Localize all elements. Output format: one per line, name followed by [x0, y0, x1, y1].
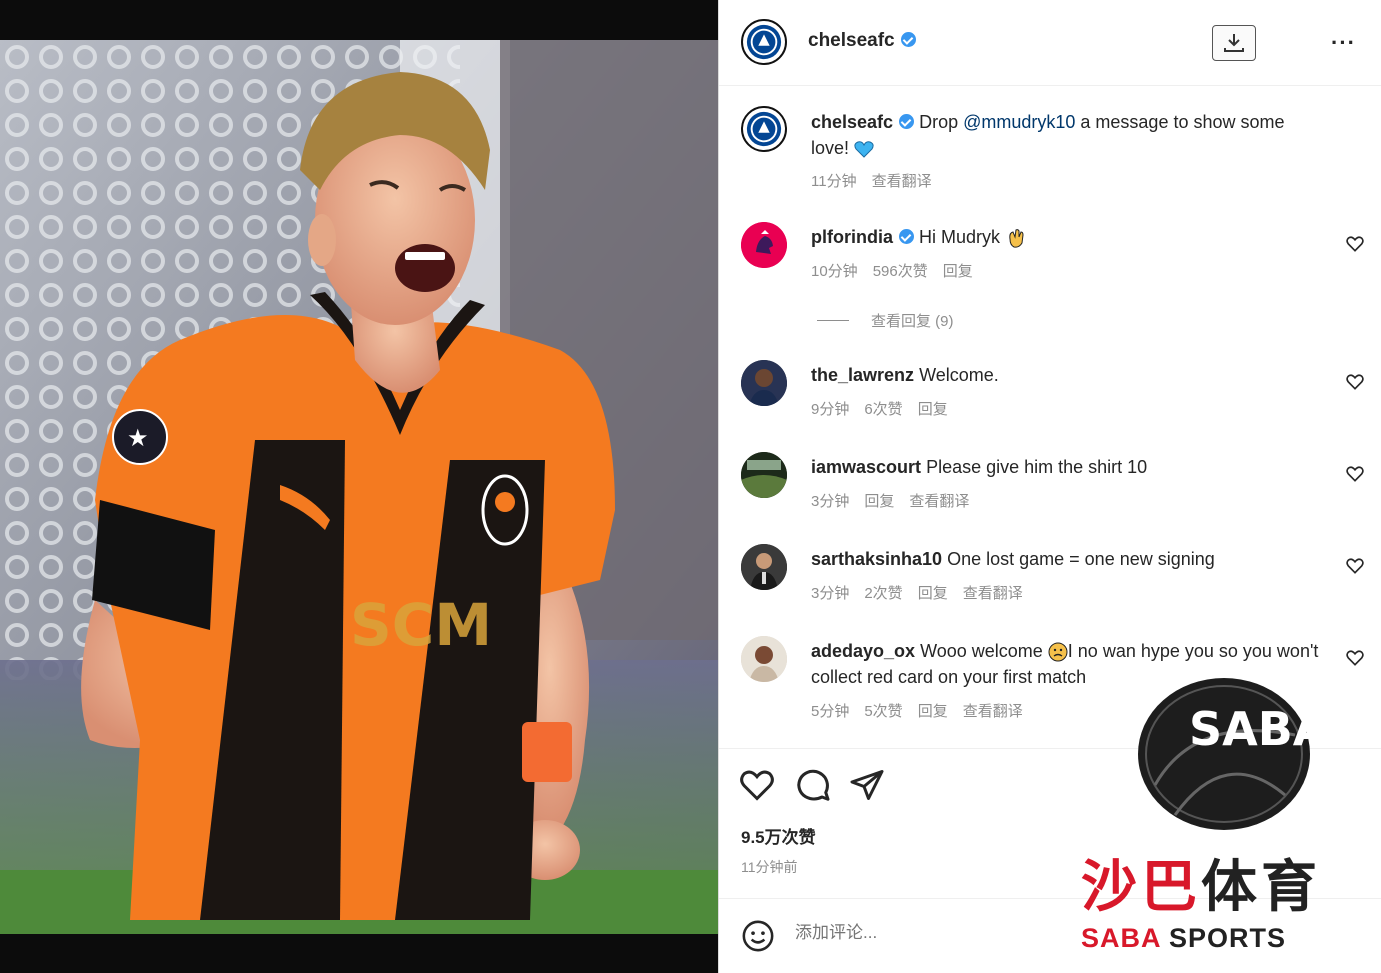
comment-likes[interactable]: 5次赞	[864, 703, 902, 720]
mention-link[interactable]: @mmudryk10	[963, 112, 1075, 132]
comment-username[interactable]: sarthaksinha10	[811, 549, 942, 569]
comment-text: the_lawrenz Welcome.	[811, 362, 1326, 388]
brand-cn-red: 沙巴	[1081, 855, 1201, 918]
comment-body: Hi Mudryk	[919, 227, 1006, 247]
svg-text:SCM: SCM	[350, 591, 492, 659]
instagram-post-window: SCM ★ chelseafc ··· chelseafc Drop @mmud…	[0, 0, 1381, 973]
saba-logo-text: SABA	[1189, 702, 1313, 756]
like-comment-heart-icon[interactable]	[1345, 464, 1365, 484]
brand-en: SPORTS	[1160, 923, 1287, 953]
like-comment-heart-icon[interactable]	[1345, 648, 1365, 668]
comment-text: sarthaksinha10 One lost game = one new s…	[811, 546, 1326, 572]
saba-sports-watermark: 沙巴体育 SABA SPORTS	[1081, 842, 1361, 954]
comment-meta: 9分钟 6次赞 回复	[811, 398, 963, 419]
comment-time: 10分钟	[811, 263, 858, 280]
comment-meta: 10分钟 596次赞 回复	[811, 260, 988, 281]
svg-text:★: ★	[127, 424, 149, 452]
comment-text: plforindia Hi Mudryk	[811, 224, 1326, 250]
comment-meta: 3分钟 回复 查看翻译	[811, 490, 984, 511]
verified-badge-icon	[900, 32, 916, 48]
user-photo-icon	[741, 544, 787, 590]
see-translation-link[interactable]: 查看翻译	[872, 173, 932, 190]
likes-count[interactable]: 9.5万次赞	[741, 823, 816, 848]
see-translation-link[interactable]: 查看翻译	[909, 493, 969, 510]
post-author[interactable]: chelseafc	[808, 30, 916, 52]
comment-likes[interactable]: 2次赞	[864, 585, 902, 602]
reply-link[interactable]: 回复	[918, 401, 948, 418]
post-author-username[interactable]: chelseafc	[808, 30, 895, 51]
comment-body: Please give him the shirt 10	[926, 457, 1148, 477]
user-photo-icon	[741, 636, 787, 682]
reply-link[interactable]: 回复	[864, 493, 894, 510]
caption-text: chelseafc Drop @mmudryk10 a message to s…	[811, 109, 1326, 161]
brand-en-red: SABA	[1081, 923, 1161, 953]
adedayo-ox-avatar[interactable]	[741, 636, 787, 682]
caption-username[interactable]: chelseafc	[811, 112, 893, 132]
comment-icon[interactable]	[795, 767, 831, 803]
premier-league-lion-icon	[741, 222, 787, 268]
verified-badge-icon	[899, 228, 914, 244]
download-icon	[1224, 34, 1244, 52]
photo-letterbox-bottom	[0, 934, 718, 973]
comment-body: Wooo welcome	[920, 641, 1048, 661]
chelsea-crest-icon	[746, 24, 782, 60]
see-translation-link[interactable]: 查看翻译	[963, 585, 1023, 602]
like-comment-heart-icon[interactable]	[1345, 372, 1365, 392]
view-replies-toggle[interactable]: 查看回复 (9)	[817, 310, 954, 331]
reply-link[interactable]: 回复	[943, 263, 973, 280]
comment-likes[interactable]: 6次赞	[864, 401, 902, 418]
brand-cn: 体育	[1201, 855, 1321, 918]
comment-body: Welcome.	[919, 365, 999, 385]
post-header: chelseafc ···	[719, 0, 1381, 86]
comment-username[interactable]: iamwascourt	[811, 457, 921, 477]
view-replies-line	[817, 320, 849, 321]
reply-link[interactable]: 回复	[918, 703, 948, 720]
caption-text-part: Drop	[919, 112, 964, 132]
comment-username[interactable]: adedayo_ox	[811, 641, 915, 661]
chelseafc-avatar[interactable]	[741, 19, 787, 65]
comment-time: 3分钟	[811, 493, 850, 510]
comment-meta: 5分钟 5次赞 回复 查看翻译	[811, 700, 1038, 721]
saba-watermark-logo: SABA	[1138, 678, 1313, 830]
comment-likes[interactable]: 596次赞	[873, 263, 928, 280]
share-icon[interactable]	[849, 767, 885, 803]
photo-letterbox-top	[0, 0, 718, 40]
player-celebration-image: SCM ★	[0, 40, 718, 934]
comment-time: 5分钟	[811, 703, 850, 720]
chelseafc-caption-avatar[interactable]	[741, 106, 787, 152]
more-options-icon[interactable]: ···	[1331, 30, 1356, 56]
chelsea-crest-icon	[746, 111, 782, 147]
post-side-panel: chelseafc ··· chelseafc Drop @mmudryk10 …	[718, 0, 1381, 973]
view-replies-label[interactable]: 查看回复 (9)	[871, 310, 954, 331]
comment-username[interactable]: plforindia	[811, 227, 893, 247]
comment-body: One lost game = one new signing	[947, 549, 1215, 569]
sarthaksinha10-avatar[interactable]	[741, 544, 787, 590]
post-photo[interactable]: SCM ★	[0, 0, 718, 973]
user-photo-icon	[741, 452, 787, 498]
caption-meta: 11分钟 查看翻译	[811, 170, 947, 191]
comment-meta: 3分钟 2次赞 回复 查看翻译	[811, 582, 1038, 603]
see-translation-link[interactable]: 查看翻译	[963, 703, 1023, 720]
waving-hand-emoji-icon	[1009, 229, 1024, 248]
blue-heart-emoji-icon	[854, 141, 874, 158]
posted-time: 11分钟前	[741, 859, 798, 875]
caption-time: 11分钟	[811, 173, 857, 190]
iamwascourt-avatar[interactable]	[741, 452, 787, 498]
comment-text: iamwascourt Please give him the shirt 10	[811, 454, 1326, 480]
verified-badge-icon	[899, 113, 915, 129]
emoji-icon[interactable]	[741, 919, 775, 953]
download-button[interactable]	[1212, 25, 1256, 61]
comment-time: 3分钟	[811, 585, 850, 602]
sad-face-emoji-icon	[1048, 642, 1068, 662]
comment-username[interactable]: the_lawrenz	[811, 365, 914, 385]
comment-time: 9分钟	[811, 401, 850, 418]
the-lawrenz-avatar[interactable]	[741, 360, 787, 406]
like-comment-heart-icon[interactable]	[1345, 234, 1365, 254]
user-photo-icon	[741, 360, 787, 406]
plforindia-avatar[interactable]	[741, 222, 787, 268]
heart-icon[interactable]	[739, 767, 775, 803]
like-comment-heart-icon[interactable]	[1345, 556, 1365, 576]
comment-input[interactable]	[795, 923, 1095, 943]
reply-link[interactable]: 回复	[918, 585, 948, 602]
